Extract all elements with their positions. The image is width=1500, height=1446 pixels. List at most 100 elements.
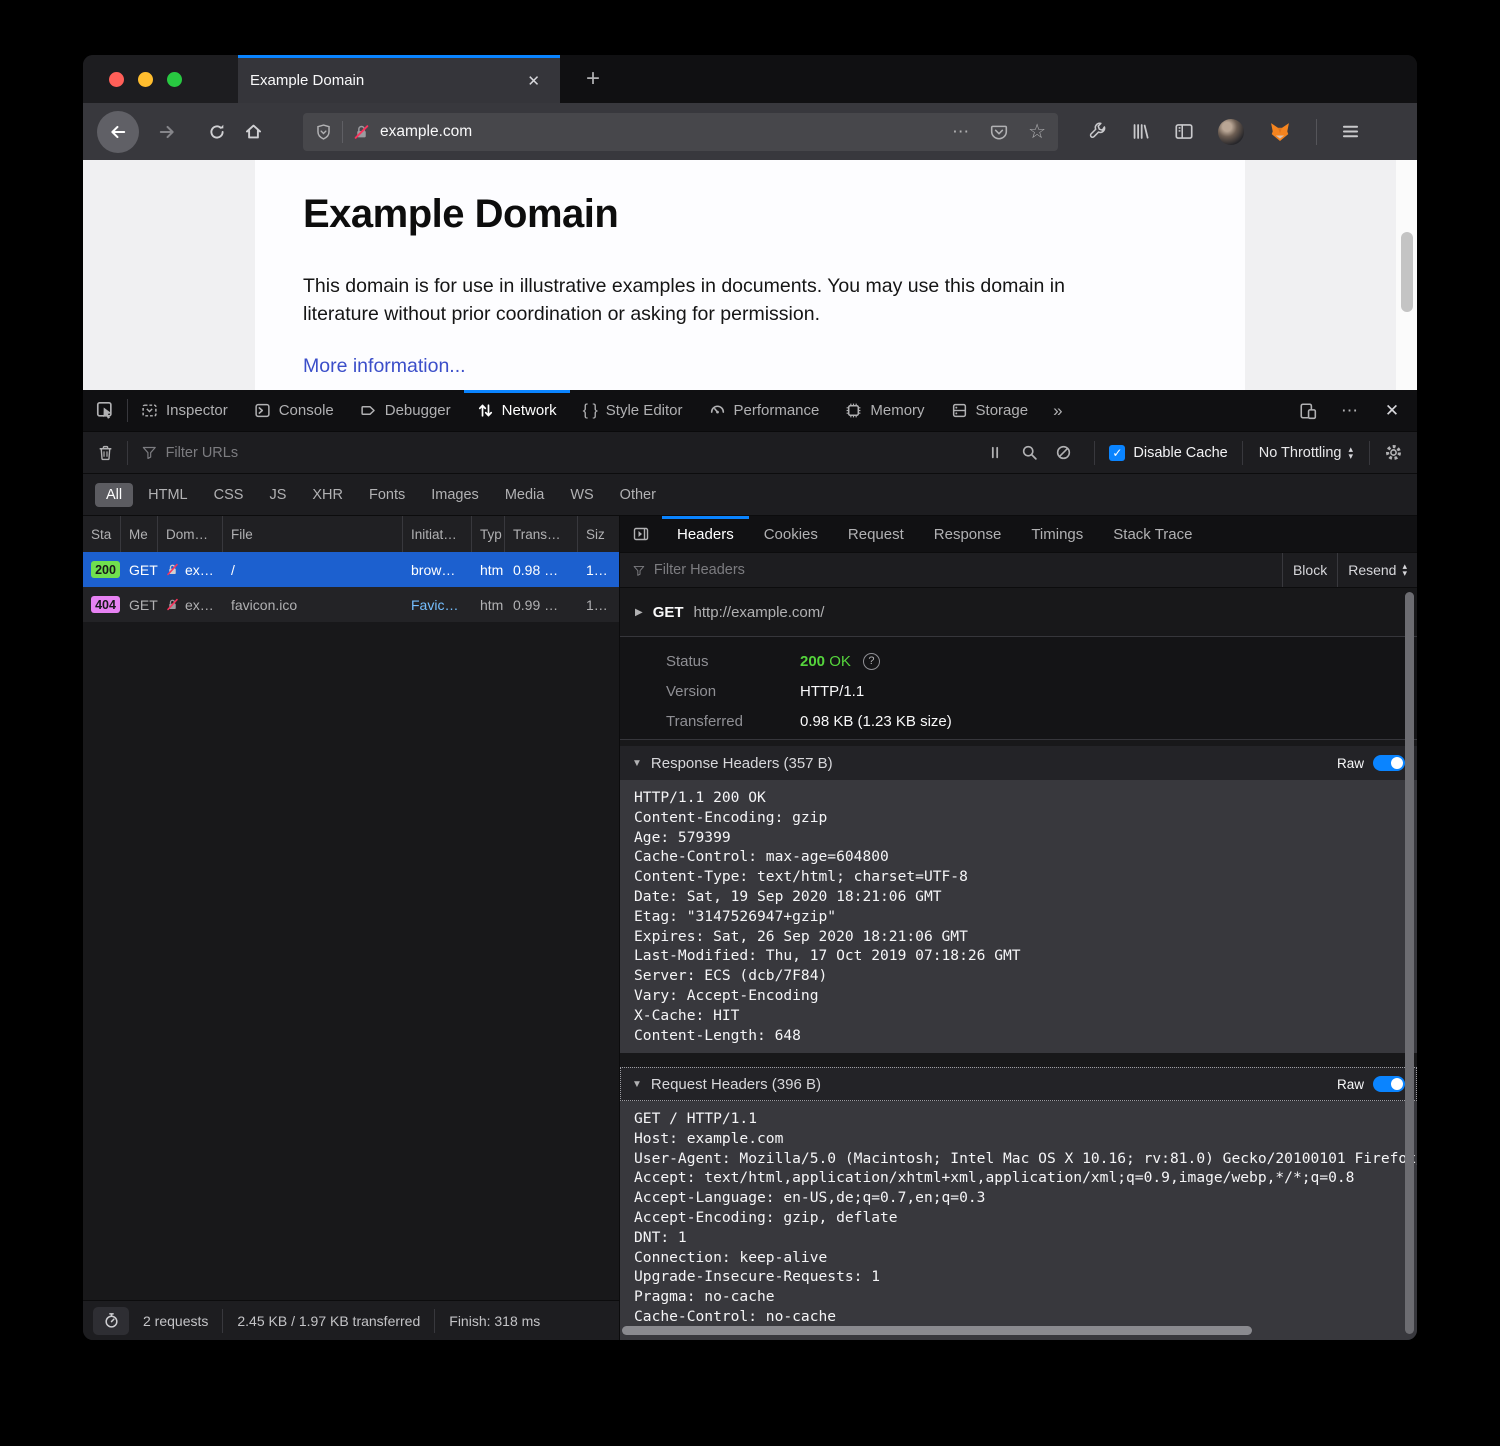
back-button[interactable]	[97, 111, 139, 153]
tab-console[interactable]: Console	[241, 390, 347, 431]
resend-button[interactable]: Resend ▴▾	[1337, 553, 1417, 587]
toolbar-overflow-button[interactable]: »	[1041, 390, 1074, 431]
library-icon[interactable]	[1131, 122, 1150, 141]
tab-network[interactable]: Network	[464, 390, 570, 431]
page-scrollbar-track[interactable]	[1396, 160, 1417, 390]
url-bar[interactable]: example.com ⋯ ☆	[303, 113, 1058, 151]
request-headers-section-toggle[interactable]: ▼ Request Headers (396 B) Raw	[620, 1067, 1417, 1101]
menu-hamburger-icon[interactable]	[1341, 122, 1360, 141]
tab-performance[interactable]: Performance	[696, 390, 833, 431]
block-requests-button[interactable]	[1046, 438, 1080, 468]
tab-timings[interactable]: Timings	[1016, 516, 1098, 552]
minimize-window-button[interactable]	[138, 72, 153, 87]
column-initiator[interactable]: Initiat…	[403, 516, 472, 552]
type-cell: htm	[472, 562, 505, 578]
details-horizontal-scrollbar[interactable]	[622, 1326, 1252, 1335]
column-transferred[interactable]: Trans…	[505, 516, 578, 552]
disable-cache-checkbox[interactable]: ✓ Disable Cache	[1095, 445, 1241, 461]
column-domain[interactable]: Dom…	[158, 516, 223, 552]
expand-triangle-icon[interactable]: ▶	[635, 607, 643, 618]
trash-icon	[97, 444, 114, 462]
tab-headers[interactable]: Headers	[662, 516, 749, 552]
filter-css[interactable]: CSS	[203, 483, 255, 507]
filter-images[interactable]: Images	[420, 483, 490, 507]
tab-stack-trace[interactable]: Stack Trace	[1098, 516, 1207, 552]
responsive-design-mode-button[interactable]	[1291, 396, 1325, 426]
column-size[interactable]: Siz	[578, 516, 620, 552]
size-cell: 1…	[578, 562, 620, 578]
throttling-dropdown[interactable]: No Throttling ▴▾	[1243, 445, 1369, 461]
status-badge: 200	[91, 561, 120, 578]
response-headers-section-toggle[interactable]: ▼ Response Headers (357 B) Raw	[620, 746, 1417, 780]
tab-close-icon[interactable]: ✕	[521, 68, 546, 94]
filter-ws[interactable]: WS	[559, 483, 604, 507]
request-url-summary[interactable]: ▶ GET http://example.com/	[620, 588, 1417, 636]
network-settings-button[interactable]	[1370, 443, 1417, 462]
checkbox-checked-icon[interactable]: ✓	[1109, 445, 1125, 461]
close-window-button[interactable]	[109, 72, 124, 87]
pocket-icon[interactable]	[990, 123, 1008, 141]
devtools-panel: Inspector Console Debugger	[83, 390, 1417, 1340]
page-scrollbar-thumb[interactable]	[1401, 232, 1413, 312]
tab-cookies[interactable]: Cookies	[749, 516, 833, 552]
tab-storage[interactable]: Storage	[938, 390, 1042, 431]
filter-urls-input[interactable]	[166, 445, 979, 461]
filter-other[interactable]: Other	[609, 483, 667, 507]
raw-toggle-on[interactable]	[1373, 755, 1405, 771]
devtools-menu-button[interactable]: ⋯	[1333, 396, 1367, 426]
raw-toggle-on[interactable]	[1373, 1076, 1405, 1092]
more-information-link[interactable]: More information...	[303, 355, 466, 378]
tab-inspector[interactable]: Inspector	[128, 390, 241, 431]
bookmark-star-icon[interactable]: ☆	[1028, 119, 1046, 144]
column-type[interactable]: Typ	[472, 516, 505, 552]
filter-html[interactable]: HTML	[137, 483, 198, 507]
request-row-selected[interactable]: 200 GET ex… / brow… htm 0.98 … 1…	[83, 552, 619, 587]
tab-request[interactable]: Request	[833, 516, 919, 552]
search-button[interactable]	[1012, 438, 1046, 468]
performance-analysis-button[interactable]	[93, 1307, 129, 1335]
devtools-close-button[interactable]: ✕	[1375, 396, 1409, 426]
initiator-link[interactable]: Favic…	[403, 597, 472, 613]
tab-memory[interactable]: Memory	[832, 390, 937, 431]
reload-button[interactable]	[199, 116, 235, 148]
tab-debugger[interactable]: Debugger	[347, 390, 464, 431]
details-vertical-scrollbar[interactable]	[1405, 592, 1414, 1334]
filter-media[interactable]: Media	[494, 483, 556, 507]
block-button[interactable]: Block	[1282, 553, 1337, 587]
devtools-wrench-icon[interactable]	[1088, 122, 1107, 141]
devtools-toolbar: Inspector Console Debugger	[83, 390, 1417, 432]
column-method[interactable]: Me	[121, 516, 158, 552]
details-tab-bar: Headers Cookies Request Response Timings…	[620, 516, 1417, 552]
status-help-icon[interactable]: ?	[863, 653, 880, 670]
filter-headers-input[interactable]	[654, 562, 1273, 578]
clear-requests-button[interactable]	[83, 444, 127, 462]
home-button[interactable]	[235, 116, 271, 148]
filter-js[interactable]: JS	[258, 483, 297, 507]
filter-xhr[interactable]: XHR	[301, 483, 354, 507]
url-text[interactable]: example.com	[380, 123, 952, 141]
profile-avatar[interactable]	[1218, 119, 1244, 145]
filter-all[interactable]: All	[95, 483, 133, 507]
request-row[interactable]: 404 GET ex… favicon.ico Favic… htm 0.99 …	[83, 587, 619, 622]
zoom-window-button[interactable]	[167, 72, 182, 87]
column-file[interactable]: File	[223, 516, 403, 552]
forward-button[interactable]	[149, 116, 185, 148]
tab-inspector-label: Inspector	[166, 402, 228, 419]
throttling-value: No Throttling	[1259, 445, 1342, 461]
filter-fonts[interactable]: Fonts	[358, 483, 416, 507]
tracking-shield-icon[interactable]	[315, 123, 332, 141]
panel-toggle-icon	[632, 526, 650, 542]
page-actions-icon[interactable]: ⋯	[952, 122, 970, 142]
details-panel-toggle-button[interactable]	[620, 516, 662, 552]
column-status[interactable]: Sta	[83, 516, 121, 552]
new-tab-button[interactable]: +	[568, 55, 618, 103]
forward-arrow-icon	[158, 123, 176, 141]
sidebar-icon[interactable]	[1174, 122, 1194, 141]
tab-response[interactable]: Response	[919, 516, 1017, 552]
tab-style-editor[interactable]: { } Style Editor	[570, 390, 696, 431]
browser-tab[interactable]: Example Domain ✕	[238, 55, 560, 103]
pause-recording-button[interactable]	[978, 438, 1012, 468]
pick-element-button[interactable]	[83, 390, 127, 431]
insecure-lock-icon[interactable]	[353, 123, 370, 141]
metamask-fox-icon[interactable]	[1268, 121, 1292, 143]
